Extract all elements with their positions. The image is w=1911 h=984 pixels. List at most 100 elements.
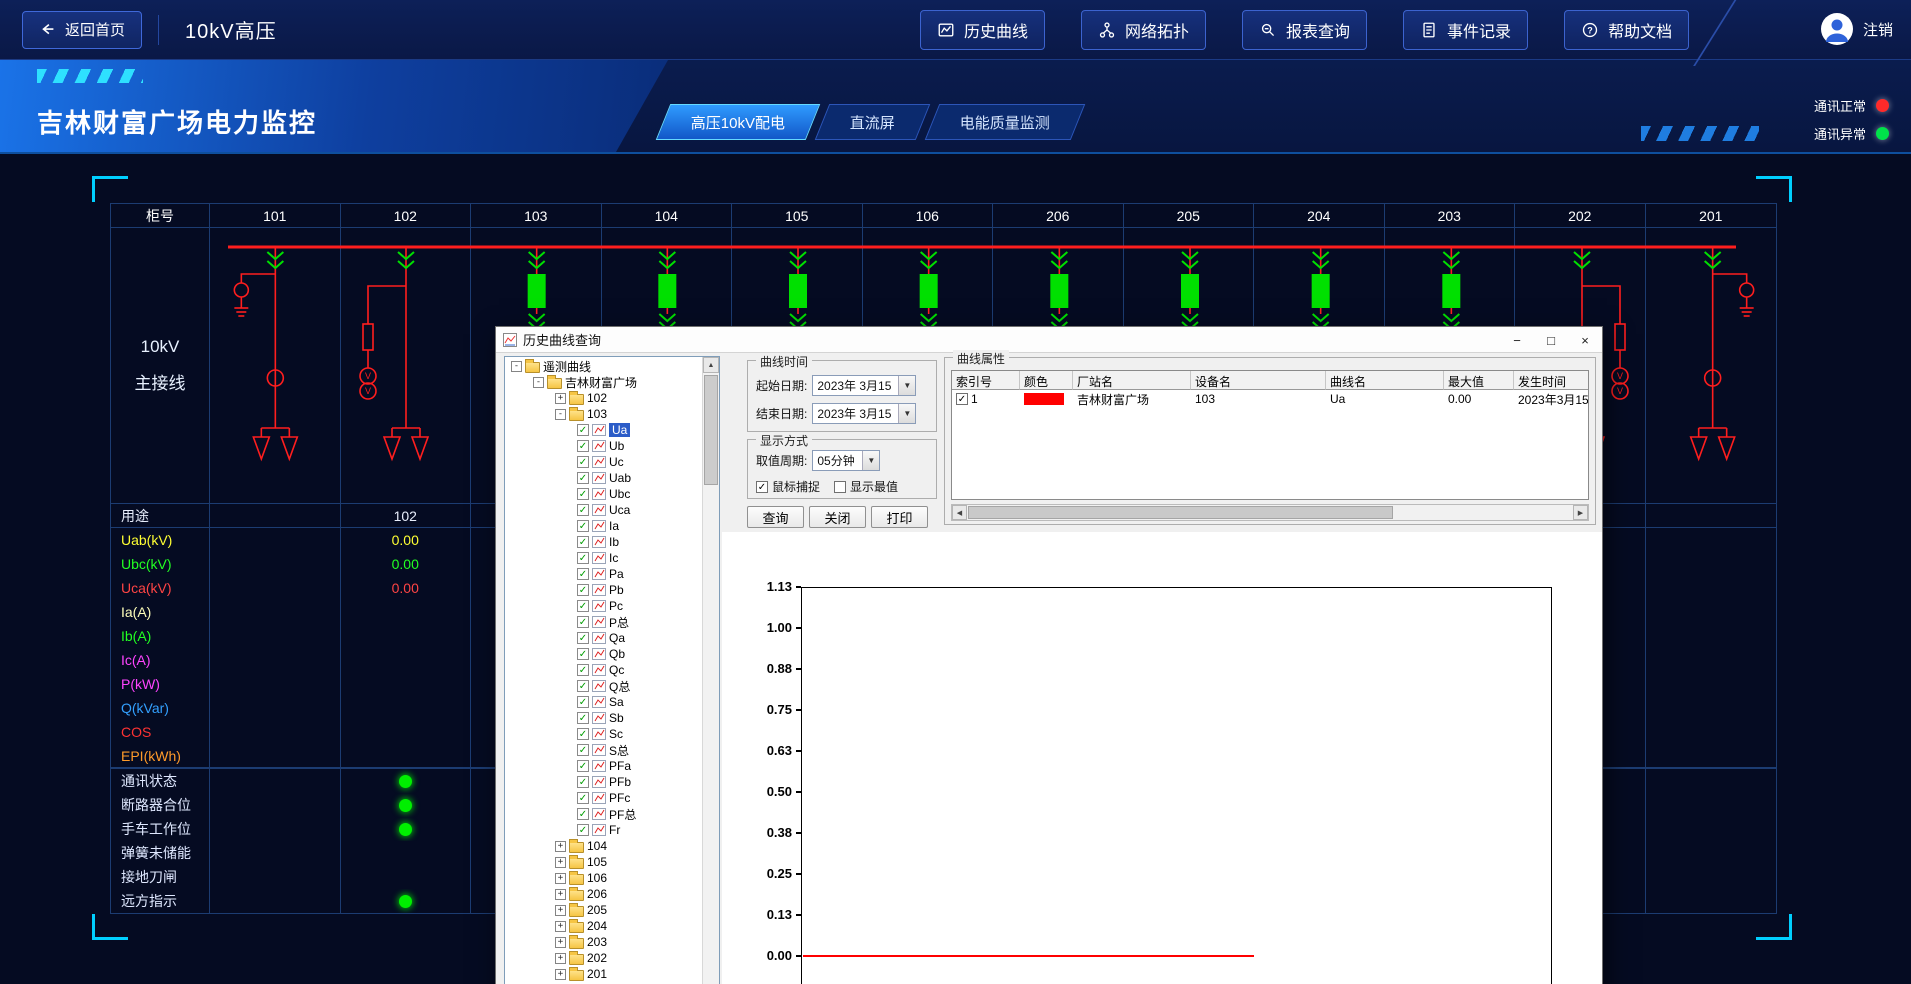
expand-icon[interactable]: + — [555, 969, 566, 980]
collapse-icon[interactable]: - — [555, 409, 566, 420]
check-icon[interactable]: ✓ — [577, 808, 589, 820]
report-query-button[interactable]: 报表查询 — [1242, 10, 1367, 50]
check-icon[interactable]: ✓ — [577, 744, 589, 756]
attr-col-2[interactable]: 颜色 — [1020, 371, 1073, 390]
check-icon[interactable]: ✓ — [577, 680, 589, 692]
tree-item-Sc[interactable]: ✓Sc — [505, 726, 702, 742]
tree-item-Sa[interactable]: ✓Sa — [505, 694, 702, 710]
tree-item-PFc[interactable]: ✓PFc — [505, 790, 702, 806]
check-icon[interactable]: ✓ — [577, 440, 589, 452]
tab-hv-10kv[interactable]: 高压10kV配电 — [656, 104, 821, 140]
event-log-button[interactable]: 事件记录 — [1403, 10, 1528, 50]
collapse-icon[interactable]: - — [533, 377, 544, 388]
attr-col-1[interactable]: 索引号 — [952, 371, 1020, 390]
check-icon[interactable]: ✓ — [577, 600, 589, 612]
minimize-button[interactable]: − — [1500, 327, 1534, 353]
tree-item-PF总[interactable]: ✓PF总 — [505, 806, 702, 822]
tree-item-Qb[interactable]: ✓Qb — [505, 646, 702, 662]
check-icon[interactable]: ✓ — [577, 616, 589, 628]
period-combo[interactable]: 05分钟 ▼ — [812, 450, 880, 471]
back-home-button[interactable]: 返回首页 — [22, 11, 142, 49]
tree-item-104[interactable]: +104 — [505, 838, 702, 854]
check-icon[interactable]: ✓ — [577, 520, 589, 532]
collapse-icon[interactable]: - — [511, 361, 522, 372]
expand-icon[interactable]: + — [555, 841, 566, 852]
check-icon[interactable]: ✓ — [577, 664, 589, 676]
tree-item-Uca[interactable]: ✓Uca — [505, 502, 702, 518]
check-icon[interactable]: ✓ — [577, 552, 589, 564]
history-curve-button[interactable]: 历史曲线 — [920, 10, 1045, 50]
check-icon[interactable]: ✓ — [577, 776, 589, 788]
tree-item-吉林财富广场[interactable]: -吉林财富广场 — [505, 374, 702, 390]
check-icon[interactable]: ✓ — [577, 504, 589, 516]
tree-item-203[interactable]: +203 — [505, 934, 702, 950]
scroll-right-icon[interactable]: ▶ — [1573, 505, 1588, 520]
tree-item-Ua[interactable]: ✓Ua — [505, 422, 702, 438]
chevron-down-icon[interactable]: ▼ — [898, 376, 915, 395]
expand-icon[interactable]: + — [555, 953, 566, 964]
tree-item-206[interactable]: +206 — [505, 886, 702, 902]
attr-col-5[interactable]: 曲线名 — [1326, 371, 1444, 390]
tree-item-PFa[interactable]: ✓PFa — [505, 758, 702, 774]
mouse-capture-checkbox[interactable]: ✓ — [756, 481, 768, 493]
attr-horizontal-scrollbar[interactable]: ◀ ▶ — [951, 504, 1589, 521]
scroll-up-icon[interactable]: ▲ — [703, 357, 719, 373]
check-icon[interactable]: ✓ — [577, 760, 589, 772]
help-docs-button[interactable]: ? 帮助文档 — [1564, 10, 1689, 50]
tree-item-205[interactable]: +205 — [505, 902, 702, 918]
curve-visible-checkbox[interactable]: ✓ — [956, 393, 968, 405]
print-button[interactable]: 打印 — [871, 506, 928, 528]
tree-item-204[interactable]: +204 — [505, 918, 702, 934]
tree-item-Ubc[interactable]: ✓Ubc — [505, 486, 702, 502]
tree-item-Qa[interactable]: ✓Qa — [505, 630, 702, 646]
close-button[interactable]: × — [1568, 327, 1602, 353]
check-icon[interactable]: ✓ — [577, 584, 589, 596]
tree-item-Qc[interactable]: ✓Qc — [505, 662, 702, 678]
check-icon[interactable]: ✓ — [577, 424, 589, 436]
close-dialog-button[interactable]: 关闭 — [809, 506, 866, 528]
check-icon[interactable]: ✓ — [577, 632, 589, 644]
expand-icon[interactable]: + — [555, 393, 566, 404]
check-icon[interactable]: ✓ — [577, 536, 589, 548]
tree-item-PFb[interactable]: ✓PFb — [505, 774, 702, 790]
tree-item-Pc[interactable]: ✓Pc — [505, 598, 702, 614]
check-icon[interactable]: ✓ — [577, 824, 589, 836]
expand-icon[interactable]: + — [555, 857, 566, 868]
expand-icon[interactable]: + — [555, 873, 566, 884]
tree-scrollbar[interactable]: ▲ ▼ — [702, 357, 719, 984]
show-extremes-checkbox[interactable] — [834, 481, 846, 493]
expand-icon[interactable]: + — [555, 889, 566, 900]
maximize-button[interactable]: □ — [1534, 327, 1568, 353]
chevron-down-icon[interactable]: ▼ — [898, 404, 915, 423]
tree-item-Q总[interactable]: ✓Q总 — [505, 678, 702, 694]
start-date-combo[interactable]: 2023年 3月15 ▼ — [812, 375, 916, 396]
network-topology-button[interactable]: 网络拓扑 — [1081, 10, 1206, 50]
check-icon[interactable]: ✓ — [577, 792, 589, 804]
tree-item-Uab[interactable]: ✓Uab — [505, 470, 702, 486]
attr-col-4[interactable]: 设备名 — [1191, 371, 1326, 390]
tree-item-Ic[interactable]: ✓Ic — [505, 550, 702, 566]
tree-item-Ia[interactable]: ✓Ia — [505, 518, 702, 534]
tree-item-Ub[interactable]: ✓Ub — [505, 438, 702, 454]
expand-icon[interactable]: + — [555, 905, 566, 916]
attr-table-row[interactable]: ✓1吉林财富广场103Ua0.002023年3月15日00时0 — [952, 390, 1588, 408]
check-icon[interactable]: ✓ — [577, 728, 589, 740]
attr-scrollbar-thumb[interactable] — [968, 506, 1393, 519]
tree-item-S总[interactable]: ✓S总 — [505, 742, 702, 758]
tree-item-Ib[interactable]: ✓Ib — [505, 534, 702, 550]
tab-power-quality[interactable]: 电能质量监测 — [925, 104, 1086, 140]
scroll-left-icon[interactable]: ◀ — [952, 505, 967, 520]
tree-item-106[interactable]: +106 — [505, 870, 702, 886]
tree-item-202[interactable]: +202 — [505, 950, 702, 966]
check-icon[interactable]: ✓ — [577, 648, 589, 660]
tree-item-Pa[interactable]: ✓Pa — [505, 566, 702, 582]
tree-item-Sb[interactable]: ✓Sb — [505, 710, 702, 726]
query-button[interactable]: 查询 — [747, 506, 804, 528]
tab-dc-panel[interactable]: 直流屏 — [815, 104, 931, 140]
chevron-down-icon[interactable]: ▼ — [862, 451, 879, 470]
tree-item-201[interactable]: +201 — [505, 966, 702, 982]
tree-item-Uc[interactable]: ✓Uc — [505, 454, 702, 470]
tree-item-105[interactable]: +105 — [505, 854, 702, 870]
expand-icon[interactable]: + — [555, 937, 566, 948]
expand-icon[interactable]: + — [555, 921, 566, 932]
